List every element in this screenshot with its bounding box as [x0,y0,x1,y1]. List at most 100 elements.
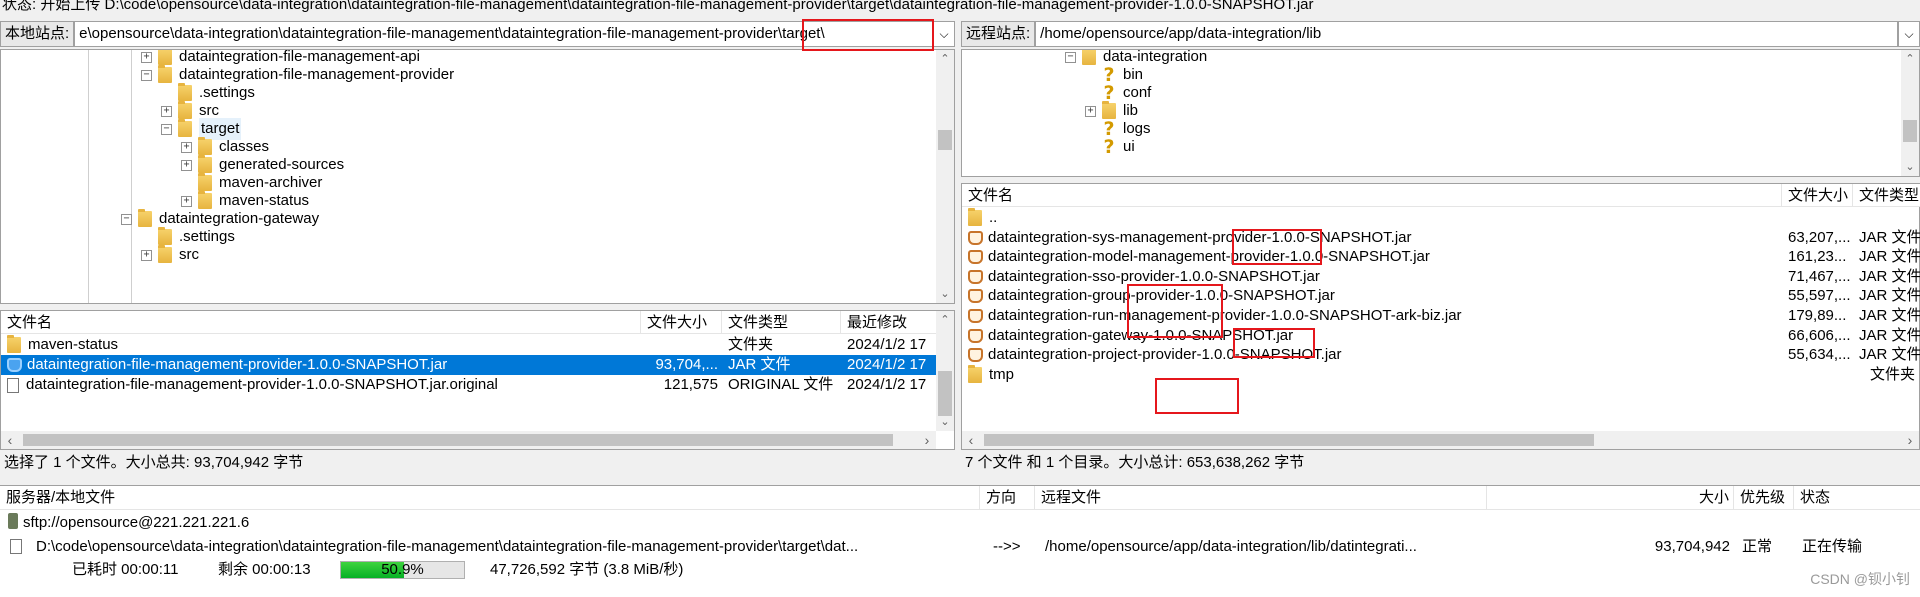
remote-tree-scrollbar[interactable]: ⌃ ⌄ [1901,50,1919,176]
col-size[interactable]: 大小 [1487,486,1734,509]
col-priority[interactable]: 优先级 [1734,486,1794,509]
file-size: 63,207,... [1788,228,1851,246]
file-name-cell: dataintegration-sso-provider-1.0.0-SNAPS… [962,267,1782,287]
file-type [1853,208,1920,228]
expand-icon[interactable]: + [141,249,152,261]
col-modified[interactable]: 最近修改 [841,311,936,333]
file-row[interactable]: .. [962,208,1920,228]
scroll-up-icon[interactable]: ⌃ [1901,50,1919,68]
jar-file-icon [968,269,983,284]
col-server-local[interactable]: 服务器/本地文件 [0,486,980,509]
file-name: dataintegration-file-management-provider… [26,376,498,393]
file-row[interactable]: tmp 文件夹 [962,364,1920,385]
file-row[interactable]: dataintegration-gateway-1.0.0-SNAPSHOT.j… [962,326,1920,346]
expand-icon[interactable]: + [181,159,192,171]
col-remote[interactable]: 远程文件 [1035,486,1487,509]
expand-icon[interactable]: + [141,51,152,63]
file-row[interactable]: dataintegration-model-management-provide… [962,247,1920,267]
folder-icon [158,227,172,245]
queue-remaining: 剩余 00:00:13 [218,561,311,578]
jar-file-icon [968,309,983,323]
collapse-icon[interactable]: − [141,69,152,81]
file-size: 179,89... [1788,307,1847,324]
local-site-path-input[interactable]: e\opensource\data-integration\dataintegr… [74,21,933,47]
remote-list-hscrollbar[interactable]: ‹ › [962,431,1919,449]
file-row[interactable]: dataintegration-sso-provider-1.0.0-SNAPS… [962,267,1920,287]
folder-icon [7,335,21,353]
chevron-down-icon[interactable]: ⌵ [1898,21,1920,47]
queue-local-file: D:\code\opensource\data-integration\data… [36,538,859,555]
expand-icon[interactable]: + [161,105,172,117]
scroll-left-icon[interactable]: ‹ [1,431,19,449]
scroll-down-icon[interactable]: ⌄ [936,413,954,431]
col-status[interactable]: 状态 [1794,486,1920,509]
status-message: 状态: 开始上传 D:\code\opensource\data-integra… [2,0,1314,13]
file-row[interactable]: dataintegration-sys-management-provider-… [962,228,1920,248]
queue-server-row[interactable]: sftp://opensource@221.221.221.6 [8,512,249,534]
col-direction[interactable]: 方向 [980,486,1035,509]
tree-node[interactable]: ? ui [1085,136,1135,158]
local-tree-scrollbar[interactable]: ⌃ ⌄ [936,50,954,303]
scroll-up-icon[interactable]: ⌃ [936,311,954,329]
local-list-hscrollbar[interactable]: ‹ › [1,431,936,449]
file-row[interactable]: dataintegration-project-provider-1.0.0-S… [962,345,1920,365]
expand-icon[interactable]: + [1085,105,1096,117]
col-type[interactable]: 文件类型 [1853,184,1920,206]
col-filename[interactable]: 文件名 [962,184,1782,206]
file-name: dataintegration-group-provider-1.0.0-SNA… [988,287,1335,305]
file-type: ORIGINAL 文件 [728,376,834,393]
folder-icon [198,173,212,191]
scroll-left-icon[interactable]: ‹ [962,431,980,449]
folder-icon [158,50,172,65]
expand-icon[interactable]: + [181,195,192,207]
scroll-right-icon[interactable]: › [1901,431,1919,449]
tree-node[interactable]: + src [141,244,199,266]
local-list-vscrollbar[interactable]: ⌃ ⌄ [936,311,954,431]
file-row[interactable]: maven-status 文件夹 2024/1/2 17 [1,335,936,355]
file-name: dataintegration-project-provider-1.0.0-S… [988,346,1342,364]
jar-file-icon [968,230,983,245]
col-filename[interactable]: 文件名 [1,311,641,333]
local-file-list[interactable]: 文件名 文件大小 文件类型 最近修改 maven-status 文件夹 2024/1… [0,310,955,450]
queue-transfer-row[interactable]: D:\code\opensource\data-integration\data… [10,536,1920,558]
remote-site-bar: 远程站点: /home/opensource/app/data-integrat… [961,21,1920,47]
collapse-icon[interactable]: − [1065,51,1076,63]
local-dir-tree[interactable]: + dataintegration-file-management-api − dat… [0,49,955,304]
tree-node-label: ui [1123,138,1135,155]
remote-file-list[interactable]: 文件名 文件大小 文件类型 .. dataintegration-sys-mana… [961,183,1920,450]
file-name-cell: dataintegration-model-management-provide… [962,247,1782,267]
scroll-down-icon[interactable]: ⌄ [936,285,954,303]
folder-icon [178,83,192,101]
file-size: 66,606,... [1788,326,1851,344]
file-name: dataintegration-model-management-provide… [988,248,1430,266]
progress-text: 50.9% [381,561,424,578]
folder-icon [158,65,172,83]
scroll-right-icon[interactable]: › [918,431,936,449]
collapse-icon[interactable]: − [161,123,172,135]
transfer-queue[interactable]: 服务器/本地文件 方向 远程文件 大小 优先级 状态 sftp://openso… [0,485,1920,597]
queue-priority: 正常 [1742,538,1773,555]
remote-site-path-input[interactable]: /home/opensource/app/data-integration/li… [1035,21,1898,47]
scroll-down-icon[interactable]: ⌄ [1901,158,1919,176]
folder-icon [1102,101,1116,119]
chevron-down-icon[interactable]: ⌵ [933,21,955,47]
scroll-up-icon[interactable]: ⌃ [936,50,954,68]
file-row[interactable]: dataintegration-group-provider-1.0.0-SNA… [962,286,1920,306]
collapse-icon[interactable]: − [121,213,132,225]
file-modified: 2024/1/2 17 [847,336,927,353]
folder-icon [158,245,172,263]
remote-dir-tree[interactable]: − data-integration? bin? conf + lib? logs? ui ⌃… [961,49,1920,177]
expand-icon[interactable]: + [181,141,192,153]
file-name-cell: dataintegration-group-provider-1.0.0-SNA… [962,286,1782,306]
folder-icon [198,191,212,209]
file-name-cell: dataintegration-project-provider-1.0.0-S… [962,345,1782,365]
server-icon [8,513,18,529]
file-row[interactable]: dataintegration-file-management-provider… [1,375,936,395]
col-size[interactable]: 文件大小 [1782,184,1853,206]
file-row[interactable]: dataintegration-run-management-provider-… [962,306,1920,326]
file-icon [10,539,22,554]
col-type[interactable]: 文件类型 [722,311,841,333]
file-type: JAR 文件 [1859,228,1920,246]
file-row[interactable]: dataintegration-file-management-provider… [1,355,936,375]
col-size[interactable]: 文件大小 [641,311,722,333]
